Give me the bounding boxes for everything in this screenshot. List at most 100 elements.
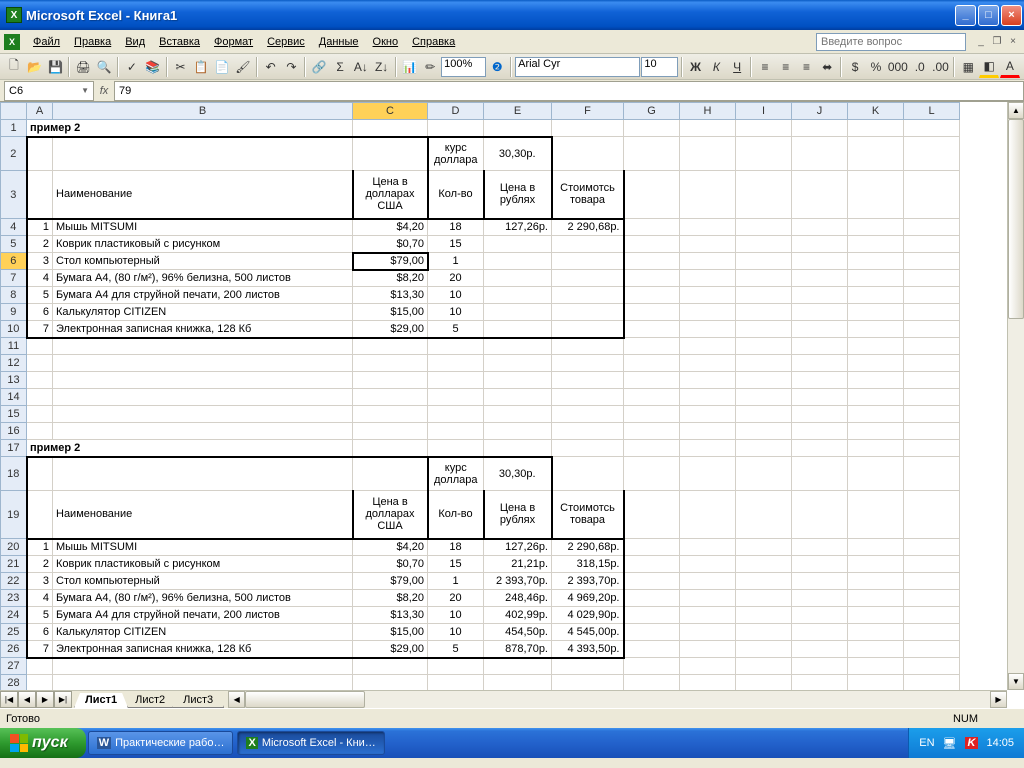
cell[interactable] [552, 658, 624, 675]
cell[interactable] [736, 658, 792, 675]
cell[interactable]: 1 [428, 253, 484, 270]
dec-decimal-icon[interactable]: .00 [931, 56, 951, 78]
cell[interactable] [680, 675, 736, 691]
cell[interactable]: 10 [428, 304, 484, 321]
cell[interactable]: курс доллара [432, 462, 481, 486]
cell[interactable]: курс доллара [432, 142, 481, 166]
cell[interactable]: $15,00 [353, 624, 428, 641]
cell[interactable] [552, 321, 624, 338]
cell[interactable]: $15,00 [353, 304, 428, 321]
sheet-tab[interactable]: Лист3 [172, 693, 224, 708]
col-header[interactable]: A [27, 103, 53, 120]
cell[interactable] [680, 658, 736, 675]
cell[interactable] [353, 658, 428, 675]
cell[interactable] [353, 338, 428, 355]
cell[interactable]: пример 2 [27, 120, 353, 137]
tray-network-icon[interactable]: 🖥 [943, 737, 957, 750]
cell[interactable] [353, 675, 428, 691]
cell[interactable] [552, 372, 624, 389]
underline-icon[interactable]: Ч [727, 56, 747, 78]
cell[interactable] [680, 406, 736, 423]
cell[interactable]: $8,20 [353, 270, 428, 287]
cell[interactable]: 20 [428, 270, 484, 287]
menu-format[interactable]: Формат [207, 34, 260, 50]
inc-decimal-icon[interactable]: .0 [910, 56, 930, 78]
cell[interactable] [552, 389, 624, 406]
row-header[interactable]: 9 [1, 304, 27, 321]
cell[interactable] [624, 338, 680, 355]
cell[interactable]: Цена в рублях [488, 182, 548, 206]
cell[interactable]: Цена в долларах США [357, 176, 424, 212]
cell[interactable]: $29,00 [353, 321, 428, 338]
cell[interactable] [624, 675, 680, 691]
minimize-button[interactable]: _ [955, 5, 976, 26]
currency-icon[interactable]: $ [845, 56, 865, 78]
cell[interactable]: Бумага А4 для струйной печати, 200 листо… [53, 287, 353, 304]
cell[interactable]: 4 545,00р. [552, 624, 624, 641]
menu-help[interactable]: Справка [405, 34, 462, 50]
row-header[interactable]: 4 [1, 219, 27, 236]
col-header[interactable]: B [53, 103, 353, 120]
cell[interactable] [792, 338, 848, 355]
cell[interactable] [680, 355, 736, 372]
cell[interactable] [27, 389, 53, 406]
row-header[interactable]: 7 [1, 270, 27, 287]
cell[interactable] [484, 321, 552, 338]
grid[interactable]: A B C D E F G H I J K L 1пример 2 2курс … [0, 102, 960, 690]
paste-icon[interactable]: 📄 [212, 56, 232, 78]
cell[interactable]: Стол компьютерный [53, 573, 353, 590]
scroll-down-icon[interactable]: ▼ [1008, 673, 1024, 690]
cell[interactable] [904, 658, 960, 675]
cell[interactable]: Кол-во [428, 171, 484, 219]
scroll-thumb[interactable] [1008, 119, 1024, 319]
font-color-icon[interactable]: A [1000, 56, 1020, 78]
col-header[interactable]: C [353, 103, 428, 120]
cell[interactable] [552, 423, 624, 440]
cell[interactable]: 248,46р. [484, 590, 552, 607]
cell[interactable] [484, 270, 552, 287]
cell[interactable]: 30,30р. [484, 457, 552, 491]
row-header[interactable]: 25 [1, 624, 27, 641]
row-header[interactable]: 5 [1, 236, 27, 253]
row-header[interactable]: 8 [1, 287, 27, 304]
cell[interactable]: 15 [428, 556, 484, 573]
row-header[interactable]: 13 [1, 372, 27, 389]
zoom-combo[interactable]: 100% [441, 57, 486, 77]
row-header[interactable]: 11 [1, 338, 27, 355]
cell[interactable]: Цена в долларах США [357, 496, 424, 532]
cell[interactable]: 2 393,70р. [484, 573, 552, 590]
next-sheet-icon[interactable]: ▶ [36, 691, 54, 708]
cell[interactable] [484, 304, 552, 321]
hyperlink-icon[interactable]: 🔗 [309, 56, 329, 78]
format-painter-icon[interactable]: 🖌 [233, 56, 253, 78]
cell[interactable]: $79,00 [353, 573, 428, 590]
cell[interactable] [792, 423, 848, 440]
cell[interactable] [53, 658, 353, 675]
cell[interactable]: 2 [27, 236, 53, 253]
maximize-button[interactable]: □ [978, 5, 999, 26]
row-header[interactable]: 28 [1, 675, 27, 691]
formula-input[interactable]: 79 [114, 81, 1024, 101]
cell[interactable] [484, 338, 552, 355]
cell[interactable] [792, 389, 848, 406]
row-header[interactable]: 27 [1, 658, 27, 675]
cell[interactable] [353, 355, 428, 372]
cell[interactable] [736, 406, 792, 423]
borders-icon[interactable]: ▦ [958, 56, 978, 78]
cell[interactable]: Наименование [53, 171, 353, 219]
cell[interactable] [904, 406, 960, 423]
cell[interactable] [736, 338, 792, 355]
cell[interactable]: 1 [27, 539, 53, 556]
cell[interactable] [428, 372, 484, 389]
menu-edit[interactable]: Правка [67, 34, 118, 50]
cell[interactable] [848, 372, 904, 389]
col-header[interactable]: K [848, 103, 904, 120]
col-header[interactable]: H [680, 103, 736, 120]
cell[interactable]: 7 [27, 321, 53, 338]
row-header[interactable]: 14 [1, 389, 27, 406]
cell[interactable]: 5 [27, 287, 53, 304]
cell[interactable]: 15 [428, 236, 484, 253]
cell[interactable] [53, 389, 353, 406]
col-header[interactable]: F [552, 103, 624, 120]
cell[interactable]: Коврик пластиковый с рисунком [53, 236, 353, 253]
